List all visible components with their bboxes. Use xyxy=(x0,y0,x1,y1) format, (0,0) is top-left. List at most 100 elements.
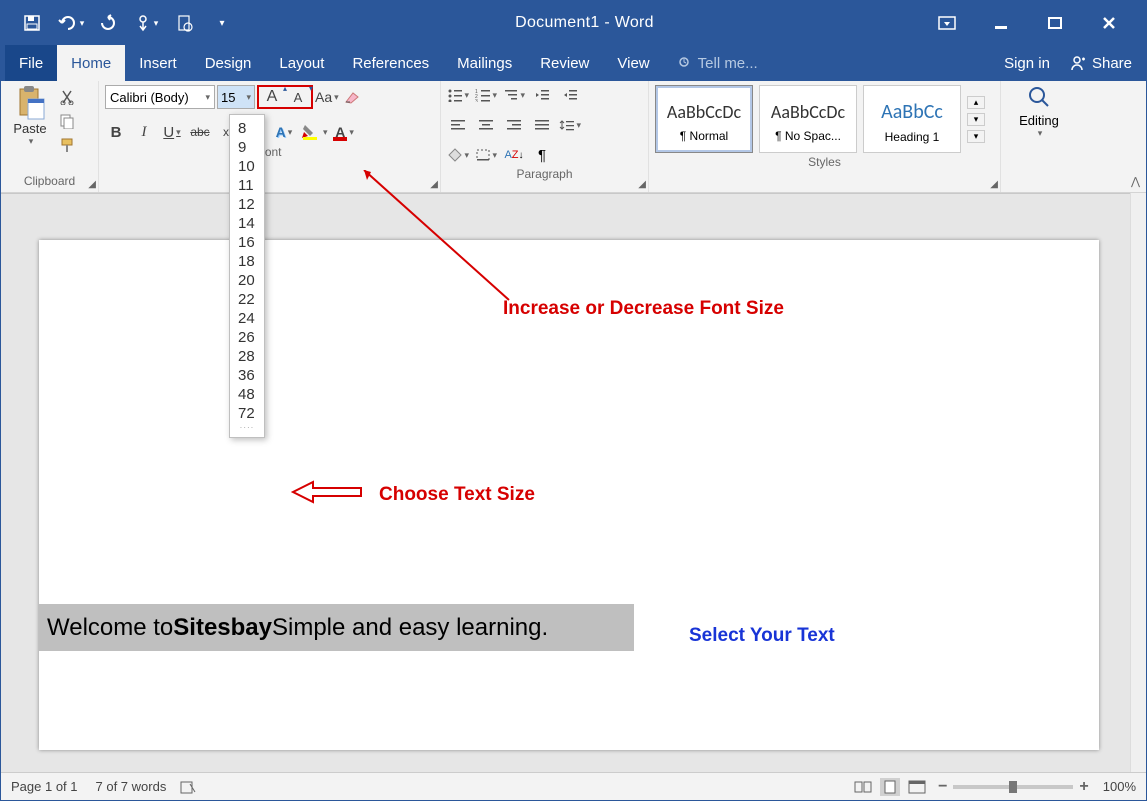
font-size-option[interactable]: 9 xyxy=(230,138,264,157)
italic-button[interactable]: I xyxy=(133,121,155,143)
style-normal[interactable]: AaBbCcDc ¶ Normal xyxy=(655,85,753,153)
undo-button[interactable]: ▾ xyxy=(53,6,87,40)
font-size-option[interactable]: 16 xyxy=(230,233,264,252)
change-case-button[interactable]: Aa▾ xyxy=(315,86,339,108)
selected-text[interactable]: Welcome to Sitesbay Simple and easy lear… xyxy=(39,604,634,651)
qat-customize-button[interactable]: ▾ xyxy=(205,6,239,40)
zoom-out-button[interactable]: − xyxy=(938,778,947,796)
share-label: Share xyxy=(1092,55,1132,72)
font-dialog-launcher[interactable]: ◢ xyxy=(430,179,438,190)
style-no-spacing[interactable]: AaBbCcDc ¶ No Spac... xyxy=(759,85,857,153)
multilevel-list-button[interactable]: ▾ xyxy=(503,85,525,105)
styles-expand[interactable]: ▾ xyxy=(967,130,985,143)
proofing-icon[interactable] xyxy=(180,780,196,794)
underline-button[interactable]: U▾ xyxy=(161,121,183,143)
read-mode-button[interactable] xyxy=(854,780,872,794)
paste-button[interactable]: Paste ▾ xyxy=(7,85,53,147)
tab-design[interactable]: Design xyxy=(191,45,266,81)
line-spacing-button[interactable]: ▾ xyxy=(559,115,581,135)
increase-font-size-button[interactable]: A▴ xyxy=(261,86,283,108)
align-left-button[interactable] xyxy=(447,115,469,135)
paragraph-dialog-launcher[interactable]: ◢ xyxy=(638,179,646,190)
strikethrough-button[interactable]: abc xyxy=(189,121,211,143)
font-size-option[interactable]: 8 xyxy=(230,119,264,138)
styles-dialog-launcher[interactable]: ◢ xyxy=(990,179,998,190)
font-size-option[interactable]: 11 xyxy=(230,176,264,195)
zoom-level[interactable]: 100% xyxy=(1103,779,1136,794)
redo-button[interactable] xyxy=(91,6,125,40)
vertical-scrollbar[interactable] xyxy=(1130,193,1146,772)
collapse-ribbon-button[interactable]: ⋀ xyxy=(1131,175,1140,188)
tab-layout[interactable]: Layout xyxy=(265,45,338,81)
zoom-in-button[interactable]: + xyxy=(1079,778,1088,796)
tab-view[interactable]: View xyxy=(603,45,663,81)
share-button[interactable]: Share xyxy=(1068,54,1132,72)
font-size-option[interactable]: 72 xyxy=(230,404,264,423)
annotation-increase-decrease: Increase or Decrease Font Size xyxy=(503,298,784,320)
sign-in-link[interactable]: Sign in xyxy=(1004,55,1050,72)
align-center-button[interactable] xyxy=(475,115,497,135)
decrease-font-size-button[interactable]: A▾ xyxy=(287,86,309,108)
maximize-button[interactable] xyxy=(1038,6,1072,40)
align-right-button[interactable] xyxy=(503,115,525,135)
font-size-option[interactable]: 14 xyxy=(230,214,264,233)
borders-button[interactable]: ▾ xyxy=(475,145,497,165)
tab-insert[interactable]: Insert xyxy=(125,45,191,81)
font-size-combo[interactable]: 15▾ xyxy=(217,85,255,109)
editing-button[interactable]: Editing ▾ xyxy=(1007,85,1071,139)
font-size-buttons-highlight: A▴ A▾ xyxy=(257,85,313,109)
document-area[interactable]: Increase or Decrease Font Size Choose Te… xyxy=(1,193,1130,772)
minimize-button[interactable] xyxy=(984,6,1018,40)
style-heading1[interactable]: AaBbCc Heading 1 xyxy=(863,85,961,153)
clipboard-dialog-launcher[interactable]: ◢ xyxy=(88,179,96,190)
increase-indent-button[interactable] xyxy=(559,85,581,105)
font-size-option[interactable]: 18 xyxy=(230,252,264,271)
tab-references[interactable]: References xyxy=(338,45,443,81)
ribbon-tabs: File Home Insert Design Layout Reference… xyxy=(1,45,1146,81)
save-button[interactable] xyxy=(15,6,49,40)
bold-button[interactable]: B xyxy=(105,121,127,143)
font-size-option[interactable]: 26 xyxy=(230,328,264,347)
print-preview-button[interactable] xyxy=(167,6,201,40)
web-layout-button[interactable] xyxy=(908,780,926,794)
ribbon-display-button[interactable] xyxy=(930,6,964,40)
page-count[interactable]: Page 1 of 1 xyxy=(11,779,78,794)
font-size-option[interactable]: 36 xyxy=(230,366,264,385)
font-size-option[interactable]: 20 xyxy=(230,271,264,290)
clear-formatting-button[interactable] xyxy=(341,86,363,108)
cut-button[interactable] xyxy=(57,87,77,107)
decrease-indent-button[interactable] xyxy=(531,85,553,105)
font-size-option[interactable]: 48 xyxy=(230,385,264,404)
show-hide-button[interactable]: ¶ xyxy=(531,145,553,165)
tell-me-search[interactable]: Tell me... xyxy=(664,45,772,81)
window-controls xyxy=(930,6,1140,40)
font-size-option[interactable]: 22 xyxy=(230,290,264,309)
font-size-option[interactable]: 10 xyxy=(230,157,264,176)
font-color-button[interactable]: A▾ xyxy=(334,121,356,143)
font-size-option[interactable]: 12 xyxy=(230,195,264,214)
shading-button[interactable]: ▾ xyxy=(447,145,469,165)
tab-mailings[interactable]: Mailings xyxy=(443,45,526,81)
touch-mode-button[interactable]: ▾ xyxy=(129,6,163,40)
highlight-button[interactable]: ▾ xyxy=(301,121,328,143)
document-page[interactable]: Increase or Decrease Font Size Choose Te… xyxy=(39,240,1099,750)
copy-button[interactable] xyxy=(57,111,77,131)
font-size-option[interactable]: 24 xyxy=(230,309,264,328)
numbering-button[interactable]: 123▾ xyxy=(475,85,497,105)
tab-review[interactable]: Review xyxy=(526,45,603,81)
print-layout-button[interactable] xyxy=(880,778,900,796)
text-effects-button[interactable]: A▾ xyxy=(273,121,295,143)
word-count[interactable]: 7 of 7 words xyxy=(96,779,167,794)
close-button[interactable] xyxy=(1092,6,1126,40)
bullets-button[interactable]: ▾ xyxy=(447,85,469,105)
tab-file[interactable]: File xyxy=(5,45,57,81)
tab-home[interactable]: Home xyxy=(57,45,125,81)
zoom-slider[interactable] xyxy=(953,785,1073,789)
styles-scroll-up[interactable]: ▴ xyxy=(967,96,985,109)
font-name-combo[interactable]: Calibri (Body)▾ xyxy=(105,85,215,109)
styles-scroll-down[interactable]: ▾ xyxy=(967,113,985,126)
font-size-option[interactable]: 28 xyxy=(230,347,264,366)
format-painter-button[interactable] xyxy=(57,135,77,155)
justify-button[interactable] xyxy=(531,115,553,135)
sort-button[interactable]: AZ↓ xyxy=(503,145,525,165)
